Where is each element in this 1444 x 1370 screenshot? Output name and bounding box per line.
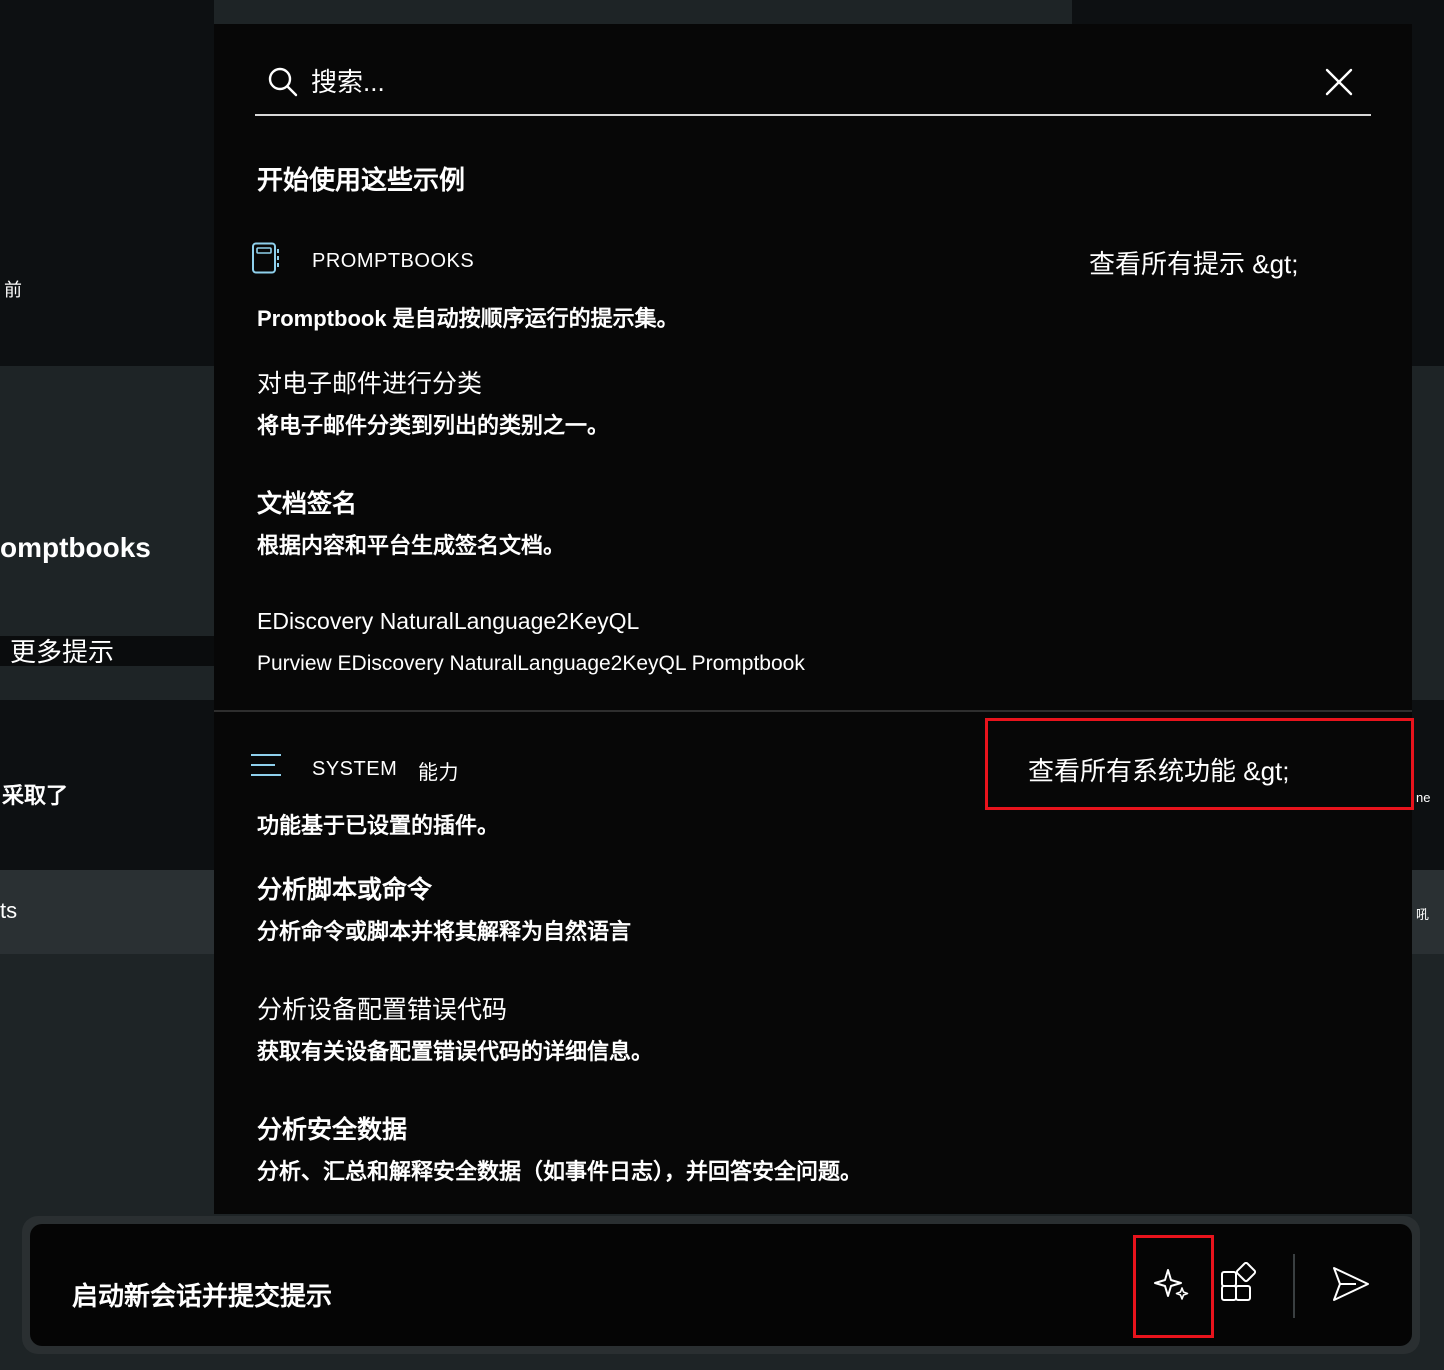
highlight-box-system-link <box>985 718 1414 810</box>
prompt-picker-panel: 开始使用这些示例 PROMPTBOOKS 查看所有提示 &gt; Promptb… <box>214 24 1412 1214</box>
promptbook-item[interactable]: 文档签名 根据内容和平台生成签名文档。 <box>257 484 1157 560</box>
background-text-before: 前 <box>4 280 22 300</box>
promptbooks-section-description: Promptbook 是自动按顺序运行的提示集。 <box>257 306 679 331</box>
promptbook-item-title: 对电子邮件进行分类 <box>257 370 483 398</box>
prompt-input-text: 启动新会话并提交提示 <box>72 1281 333 1311</box>
background-its-text: ts <box>0 898 18 923</box>
prompt-bar-separator <box>1293 1254 1295 1318</box>
intro-heading: 开始使用这些示例 <box>257 165 466 195</box>
system-section-label-suffix: 能力 <box>418 762 459 784</box>
background-taken-text: 采取了 <box>2 783 69 808</box>
background-promptbooks-heading: omptbooks <box>0 532 151 563</box>
plugins-icon[interactable] <box>1216 1262 1260 1306</box>
search-bar <box>255 58 1371 116</box>
capability-item-title: 分析安全数据 <box>257 1116 408 1144</box>
close-icon[interactable] <box>1321 64 1357 100</box>
capability-item-title: 分析设备配置错误代码 <box>257 996 508 1024</box>
promptbook-item-description: 将电子邮件分类到列出的类别之一。 <box>257 413 610 438</box>
background-its-card <box>0 870 214 954</box>
promptbook-item-description: Purview EDiscovery NaturalLanguage2KeyQL… <box>257 652 805 675</box>
capability-item[interactable]: 分析安全数据 分析、汇总和解释安全数据（如事件日志），并回答安全问题。 <box>257 1110 1217 1186</box>
promptbook-item-title: EDiscovery NaturalLanguage2KeyQL <box>257 608 640 634</box>
capability-item[interactable]: 分析设备配置错误代码 获取有关设备配置错误代码的详细信息。 <box>257 990 1157 1066</box>
capability-item-title: 分析脚本或命令 <box>257 876 433 904</box>
capability-item[interactable]: 分析脚本或命令 分析命令或脚本并将其解释为自然语言 <box>257 870 1157 946</box>
view-all-prompts-link[interactable]: 查看所有提示 &gt; <box>1089 244 1298 281</box>
system-capabilities-icon <box>251 754 281 776</box>
background-top-right-strip <box>1072 0 1444 24</box>
background-right-fragment-2: 吼 <box>1416 907 1430 922</box>
capability-item-description: 获取有关设备配置错误代码的详细信息。 <box>257 1039 654 1064</box>
system-section-label: SYSTEM <box>312 758 398 780</box>
promptbook-item[interactable]: 对电子邮件进行分类 将电子邮件分类到列出的类别之一。 <box>257 364 1157 440</box>
search-input[interactable] <box>311 62 1211 102</box>
section-divider <box>214 710 1412 712</box>
background-right-mid-card <box>1412 700 1444 870</box>
promptbook-item-title: 文档签名 <box>257 490 358 518</box>
send-icon[interactable] <box>1328 1262 1372 1306</box>
capability-item-description: 分析、汇总和解释安全数据（如事件日志），并回答安全问题。 <box>257 1159 863 1184</box>
promptbook-item[interactable]: EDiscovery NaturalLanguage2KeyQL Purview… <box>257 608 1157 684</box>
search-icon <box>268 67 298 97</box>
promptbooks-section-label: PROMPTBOOKS <box>312 250 475 272</box>
promptbook-item-description: 根据内容和平台生成签名文档。 <box>257 533 566 558</box>
capability-item-description: 分析命令或脚本并将其解释为自然语言 <box>257 919 632 944</box>
system-section-description: 功能基于已设置的插件。 <box>257 813 500 838</box>
background-top-card <box>0 0 214 366</box>
promptbook-icon <box>252 242 279 274</box>
highlight-box-prompts-button <box>1133 1235 1214 1338</box>
background-right-fragment-1: ne <box>1416 790 1431 805</box>
background-more-prompts-label: 更多提示 <box>10 637 115 667</box>
background-right-top-card <box>1412 24 1444 366</box>
